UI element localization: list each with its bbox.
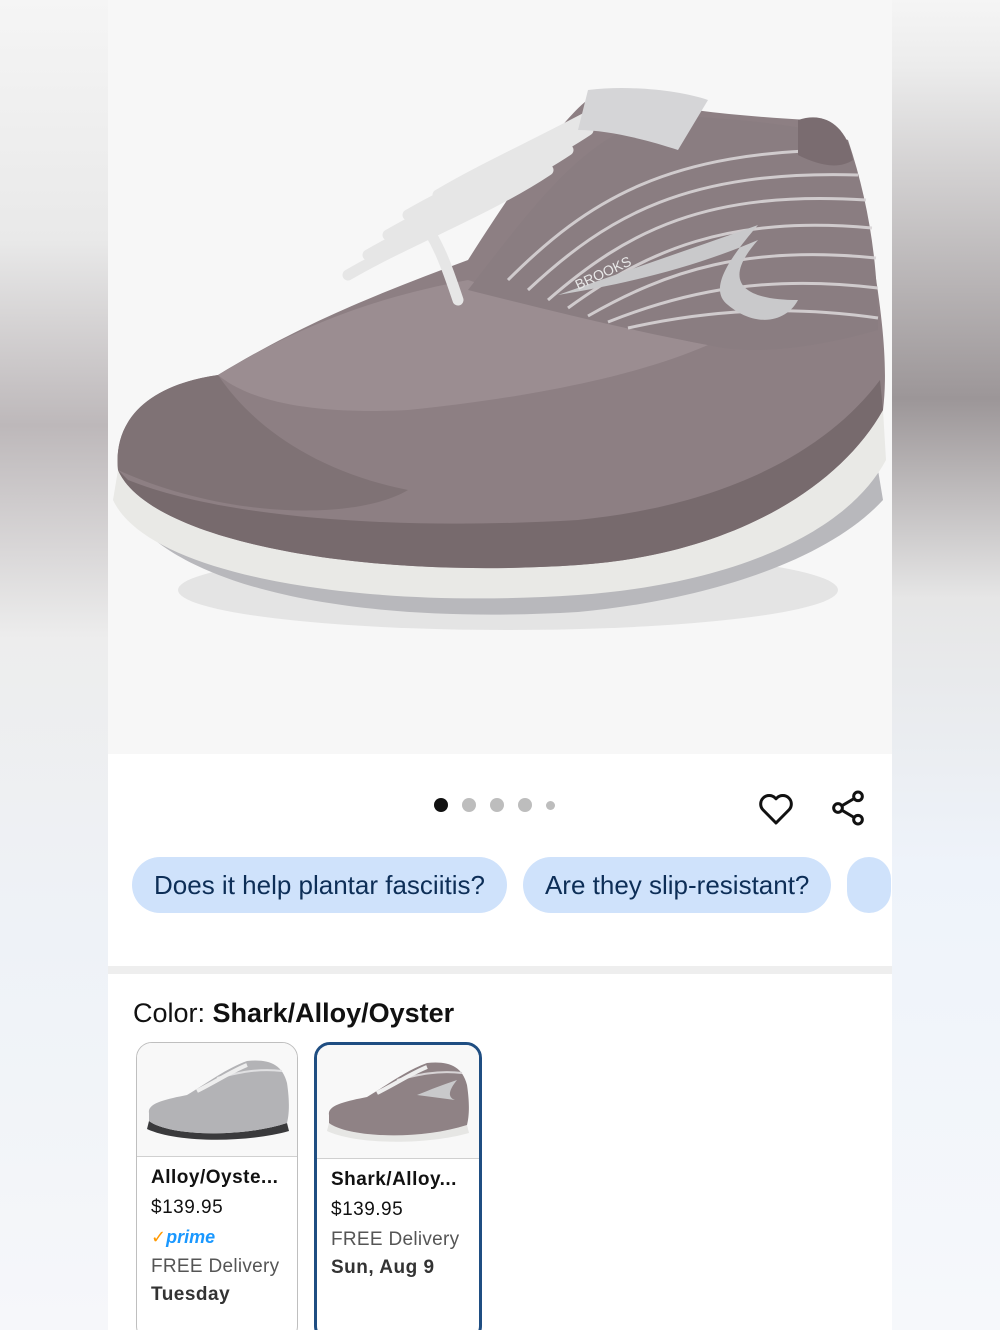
variant-price: $139.95 xyxy=(331,1199,404,1220)
color-variant-shark[interactable]: Shark/Alloy... $139.95 FREE Delivery Sun… xyxy=(314,1042,482,1330)
shoe-thumbnail xyxy=(147,1060,289,1140)
color-variant-alloy[interactable]: Alloy/Oyste... $139.95 ✓prime FREE Deliv… xyxy=(136,1042,298,1330)
question-chip-more[interactable] xyxy=(847,857,892,913)
question-chip-plantar[interactable]: Does it help plantar fasciitis? xyxy=(132,857,507,913)
gallery-pagination xyxy=(434,798,555,812)
shoe-thumbnail xyxy=(327,1062,469,1142)
background-right xyxy=(892,0,1000,1330)
question-chip-slip[interactable]: Are they slip-resistant? xyxy=(522,857,832,913)
prime-badge: ✓prime xyxy=(151,1227,283,1248)
wishlist-button[interactable] xyxy=(754,786,798,830)
share-icon xyxy=(832,790,864,826)
pagination-dot-1[interactable] xyxy=(434,798,448,812)
selected-color-name: Shark/Alloy/Oyster xyxy=(212,998,455,1028)
section-divider xyxy=(108,966,892,974)
question-chips: Does it help plantar fasciitis? Are they… xyxy=(132,857,892,913)
background-left xyxy=(0,0,108,1330)
product-image[interactable]: BROOKS xyxy=(108,0,892,754)
variant-name: Alloy/Oyste... xyxy=(151,1167,279,1188)
variant-name: Shark/Alloy... xyxy=(331,1169,457,1190)
prime-label: prime xyxy=(166,1227,216,1247)
shoe-illustration: BROOKS xyxy=(113,88,886,630)
pagination-dot-5[interactable] xyxy=(546,800,555,810)
variant-delivery: FREE Delivery xyxy=(151,1256,280,1277)
color-selector-label: Color: Shark/Alloy/Oyster xyxy=(133,998,454,1029)
pagination-dot-3[interactable] xyxy=(490,798,504,812)
variant-delivery-day: Sun, Aug 9 xyxy=(331,1257,435,1278)
share-button[interactable] xyxy=(826,786,870,830)
variant-delivery-day: Tuesday xyxy=(151,1284,231,1305)
product-page: BROOKS Does it help plantar fasciitis? A… xyxy=(108,0,892,1330)
variant-price: $139.95 xyxy=(151,1197,224,1218)
pagination-dot-2[interactable] xyxy=(462,798,476,812)
prime-check-icon: ✓ xyxy=(151,1227,167,1247)
pagination-dot-4[interactable] xyxy=(518,798,532,812)
variant-delivery: FREE Delivery xyxy=(331,1229,460,1250)
variant-thumbnail xyxy=(317,1045,479,1159)
heart-icon xyxy=(759,794,793,825)
variant-thumbnail xyxy=(137,1043,297,1157)
color-label: Color: xyxy=(133,998,206,1028)
